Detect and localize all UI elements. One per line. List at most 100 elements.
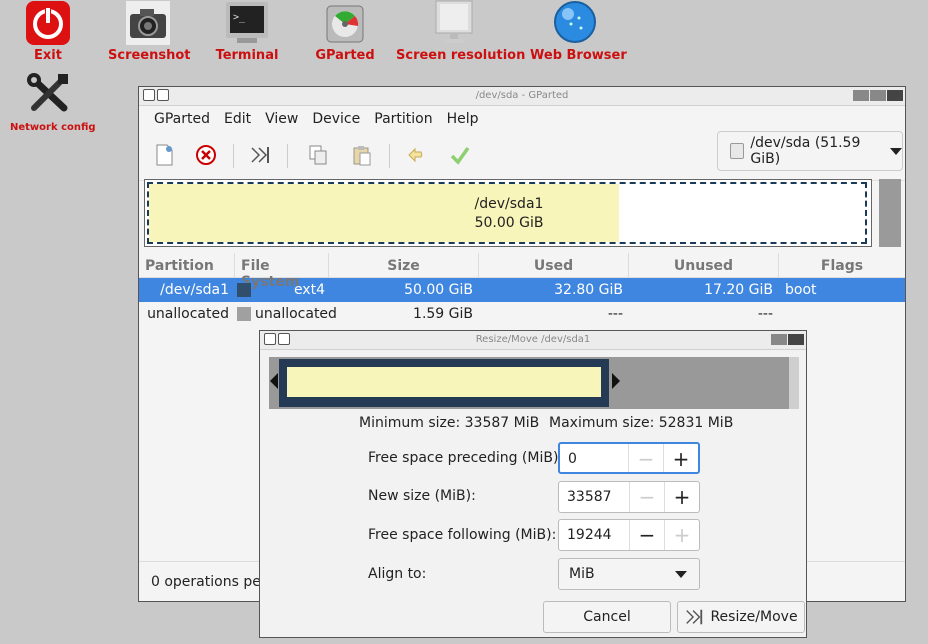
col-unused[interactable]: Unused: [629, 253, 779, 277]
chevron-down-icon: [890, 147, 902, 155]
resize-icon: [686, 609, 703, 625]
new-size-input[interactable]: 33587: [559, 482, 629, 512]
following-spinbox[interactable]: 19244 − +: [558, 519, 700, 551]
device-selector[interactable]: /dev/sda (51.59 GiB): [717, 131, 903, 171]
partition-block-sda1[interactable]: [147, 182, 867, 244]
minimize-button[interactable]: [853, 90, 869, 101]
window-title: /dev/sda - GParted: [475, 90, 569, 101]
maximize-button[interactable]: [870, 90, 886, 101]
left-handle-icon[interactable]: [270, 373, 278, 389]
cancel-button[interactable]: Cancel: [543, 601, 671, 633]
partition-table: Partition File System Size Used Unused F…: [139, 253, 905, 326]
power-icon: [24, 0, 72, 45]
slider-end: [789, 357, 799, 409]
disk-map[interactable]: /dev/sda1 50.00 GiB: [144, 179, 872, 247]
decrement-button[interactable]: −: [628, 444, 663, 472]
menu-view[interactable]: View: [258, 111, 305, 127]
cell-used: 32.80 GiB: [554, 282, 623, 298]
menu-edit[interactable]: Edit: [217, 111, 258, 127]
desktop-screenshot[interactable]: Screenshot: [108, 0, 191, 63]
window-menu-icon[interactable]: [264, 333, 276, 345]
checkmark-icon: [450, 146, 470, 165]
paste-button[interactable]: [349, 142, 375, 168]
right-handle-icon[interactable]: [612, 373, 620, 389]
dialog-titlebar[interactable]: Resize/Move /dev/sda1: [260, 331, 806, 350]
increment-button[interactable]: +: [663, 444, 698, 472]
col-partition[interactable]: Partition: [139, 253, 235, 277]
menu-partition[interactable]: Partition: [367, 111, 439, 127]
diskmap-scrollbar[interactable]: [879, 179, 901, 247]
new-document-icon: [156, 144, 173, 166]
cancel-label: Cancel: [583, 609, 631, 625]
preceding-spinbox[interactable]: 0 − +: [558, 442, 700, 474]
close-button[interactable]: [887, 90, 903, 101]
fs-name: ext4: [293, 282, 325, 298]
new-size-label: New size (MiB):: [368, 488, 476, 504]
partition-resize-box[interactable]: [279, 359, 609, 407]
menu-help[interactable]: Help: [440, 111, 486, 127]
desktop-terminal[interactable]: >_ Terminal: [212, 0, 282, 63]
desktop-network-config[interactable]: Network config: [10, 72, 96, 133]
svg-text:>_: >_: [233, 12, 246, 23]
cell-unused: 17.20 GiB: [704, 282, 773, 298]
decrement-button[interactable]: −: [629, 520, 664, 550]
col-flags[interactable]: Flags: [779, 253, 905, 277]
align-select[interactable]: MiB: [558, 558, 700, 590]
increment-button[interactable]: +: [664, 482, 699, 512]
fs-name: unallocated: [255, 306, 337, 322]
cell-partition: unallocated: [147, 306, 229, 322]
new-size-spinbox[interactable]: 33587 − +: [558, 481, 700, 513]
camera-icon: [124, 0, 172, 45]
resize-move-button[interactable]: Resize/Move: [677, 601, 805, 633]
window-titlebar[interactable]: /dev/sda - GParted: [139, 87, 905, 106]
tools-icon: [24, 72, 72, 116]
preceding-label: Free space preceding (MiB):: [368, 450, 564, 466]
close-button[interactable]: [788, 334, 804, 345]
menu-device[interactable]: Device: [305, 111, 367, 127]
desktop-gparted[interactable]: GParted: [310, 0, 380, 63]
desktop-label: Screenshot: [108, 48, 191, 63]
desktop-web-browser[interactable]: Web Browser: [530, 0, 627, 63]
delete-partition-button[interactable]: [193, 142, 219, 168]
col-size[interactable]: Size: [329, 253, 479, 277]
apply-button[interactable]: [447, 142, 473, 168]
desktop-label: Network config: [10, 122, 96, 133]
resize-move-toolbar-button[interactable]: [247, 142, 273, 168]
partition-used-fill: [287, 367, 601, 397]
following-input[interactable]: 19244: [559, 520, 629, 550]
preceding-input[interactable]: 0: [560, 444, 628, 472]
diskmap-partition-size: 50.00 GiB: [474, 215, 544, 231]
decrement-button[interactable]: −: [629, 482, 664, 512]
paste-icon: [353, 146, 371, 166]
new-partition-button[interactable]: [151, 142, 177, 168]
cell-partition: /dev/sda1: [160, 282, 229, 298]
col-used[interactable]: Used: [479, 253, 629, 277]
cell-size: 1.59 GiB: [413, 306, 473, 322]
undo-button[interactable]: [405, 142, 431, 168]
menu-gparted[interactable]: GParted: [147, 111, 217, 127]
col-filesystem[interactable]: File System: [235, 253, 329, 290]
monitor-icon: [430, 0, 478, 44]
align-value: MiB: [569, 566, 595, 582]
cell-size: 50.00 GiB: [404, 282, 473, 298]
table-row[interactable]: /dev/sda1 ext4 50.00 GiB 32.80 GiB 17.20…: [139, 278, 905, 302]
desktop-screen-resolution[interactable]: Screen resolution: [396, 0, 525, 63]
increment-button[interactable]: +: [664, 520, 699, 550]
chevron-down-icon: [675, 570, 687, 578]
terminal-icon: >_: [223, 0, 271, 44]
minimize-button[interactable]: [771, 334, 787, 345]
minimum-size-text: Minimum size: 33587 MiB: [359, 415, 540, 431]
table-row[interactable]: unallocated unallocated 1.59 GiB --- ---: [139, 302, 905, 326]
desktop-exit[interactable]: Exit: [20, 0, 76, 63]
resize-move-label: Resize/Move: [710, 609, 798, 625]
cell-flags: boot: [785, 282, 817, 298]
device-selector-label: /dev/sda (51.59 GiB): [750, 135, 861, 167]
maximum-size-text: Maximum size: 52831 MiB: [549, 415, 734, 431]
resize-slider-area[interactable]: [269, 357, 799, 409]
harddisk-icon: [730, 143, 745, 159]
app-icon: [278, 333, 290, 345]
undo-icon: [408, 147, 423, 163]
window-menu-icon[interactable]: [143, 89, 155, 101]
following-label: Free space following (MiB):: [368, 527, 557, 543]
copy-button[interactable]: [305, 142, 331, 168]
